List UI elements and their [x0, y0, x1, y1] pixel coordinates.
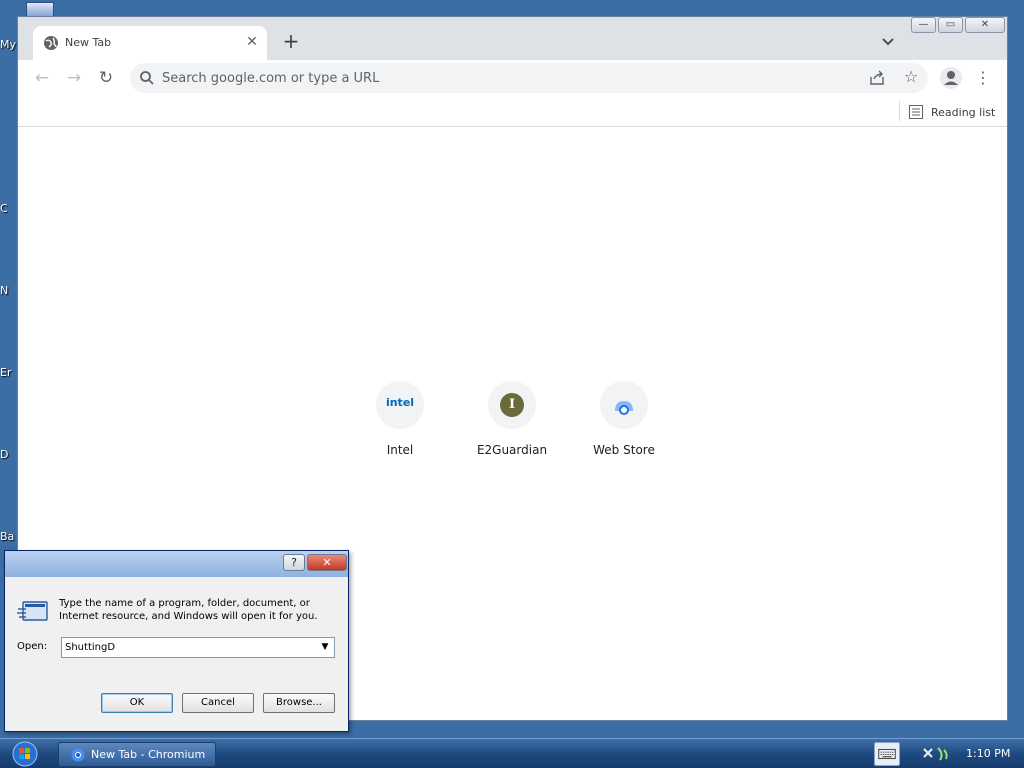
chromium-icon — [71, 748, 85, 762]
address-input[interactable] — [162, 63, 762, 93]
desktop-icon-label[interactable]: My — [0, 38, 18, 51]
bookmarks-bar: Reading list — [18, 96, 1007, 127]
cancel-button[interactable]: Cancel — [182, 693, 254, 713]
help-button[interactable]: ? — [283, 554, 305, 571]
keyboard-icon[interactable] — [874, 742, 900, 766]
bookmark-star-icon[interactable]: ☆ — [901, 67, 921, 87]
shortcut-intel[interactable]: intel Intel — [344, 377, 456, 467]
e2guardian-badge: I — [500, 393, 524, 417]
maximize-button[interactable]: ▭ — [938, 17, 963, 33]
search-icon — [140, 71, 154, 85]
bookmarks-separator — [899, 101, 900, 121]
profile-button[interactable] — [940, 67, 962, 89]
taskbar-item-chromium[interactable]: New Tab - Chromium — [58, 742, 216, 767]
tab-new-tab[interactable]: New Tab ✕ — [33, 26, 267, 60]
globe-icon — [44, 36, 58, 50]
reading-list-icon — [909, 105, 923, 119]
close-dialog-button[interactable]: ✕ — [307, 554, 347, 571]
network-icon[interactable] — [920, 745, 956, 763]
back-button[interactable]: ← — [32, 68, 52, 88]
intel-logo-text: intel — [385, 396, 415, 409]
minimize-button[interactable]: — — [911, 17, 936, 33]
desktop-icon-label[interactable]: Er — [0, 366, 18, 379]
dropdown-arrow-icon[interactable]: ▼ — [318, 640, 332, 655]
shortcut-label: Web Store — [593, 443, 655, 457]
ok-button[interactable]: OK — [101, 693, 173, 713]
tab-title: New Tab — [65, 36, 112, 49]
e2guardian-icon: I — [488, 381, 536, 429]
forward-button[interactable]: → — [64, 68, 84, 88]
desktop-icon-label[interactable]: D — [0, 448, 18, 461]
reading-list-label: Reading list — [931, 105, 996, 119]
chevron-down-icon[interactable] — [880, 35, 896, 49]
open-combobox[interactable]: ▼ — [61, 637, 335, 658]
browse-button[interactable]: Browse... — [263, 693, 335, 713]
start-button[interactable] — [6, 740, 44, 768]
run-program-icon — [17, 601, 48, 621]
window-controls: — ▭ ✕ — [911, 17, 1006, 35]
run-dialog-titlebar[interactable]: ? ✕ — [5, 551, 348, 577]
reload-button[interactable]: ↻ — [96, 68, 116, 88]
intel-icon: intel — [376, 381, 424, 429]
close-tab-icon[interactable]: ✕ — [244, 34, 260, 50]
desktop-icon-label[interactable]: N — [0, 284, 18, 297]
shortcut-label: Intel — [386, 443, 414, 457]
avatar-icon — [944, 71, 958, 85]
desktop-icon-label[interactable]: C — [0, 202, 18, 215]
shortcut-e2guardian[interactable]: I E2Guardian — [456, 377, 568, 467]
open-label: Open: — [17, 641, 48, 652]
taskbar: New Tab - Chromium 1:10 PM — [0, 738, 1024, 768]
run-dialog: ? ✕ Type the name of a program, folder, … — [4, 550, 349, 732]
web-store-icon — [600, 381, 648, 429]
web-store-logo — [615, 401, 633, 415]
open-input[interactable] — [62, 638, 312, 657]
browser-menu-button[interactable]: ⋮ — [973, 67, 993, 89]
run-description: Type the name of a program, folder, docu… — [59, 598, 318, 622]
close-window-button[interactable]: ✕ — [965, 17, 1005, 33]
taskbar-item-label: New Tab - Chromium — [91, 748, 206, 761]
omnibox[interactable]: ☆ — [130, 63, 928, 93]
new-tab-button[interactable]: + — [280, 31, 302, 53]
shortcut-label: E2Guardian — [476, 443, 548, 457]
share-icon[interactable] — [869, 70, 885, 86]
reading-list-button[interactable]: Reading list — [909, 102, 995, 122]
desktop-icon-label[interactable]: Ba — [0, 530, 18, 543]
clock: 1:10 PM — [966, 747, 1011, 760]
browser-toolbar: ← → ↻ ☆ ⋮ — [18, 60, 1007, 96]
tab-strip: New Tab ✕ + — ▭ ✕ — [18, 17, 1007, 60]
shortcut-web-store[interactable]: Web Store — [568, 377, 680, 467]
